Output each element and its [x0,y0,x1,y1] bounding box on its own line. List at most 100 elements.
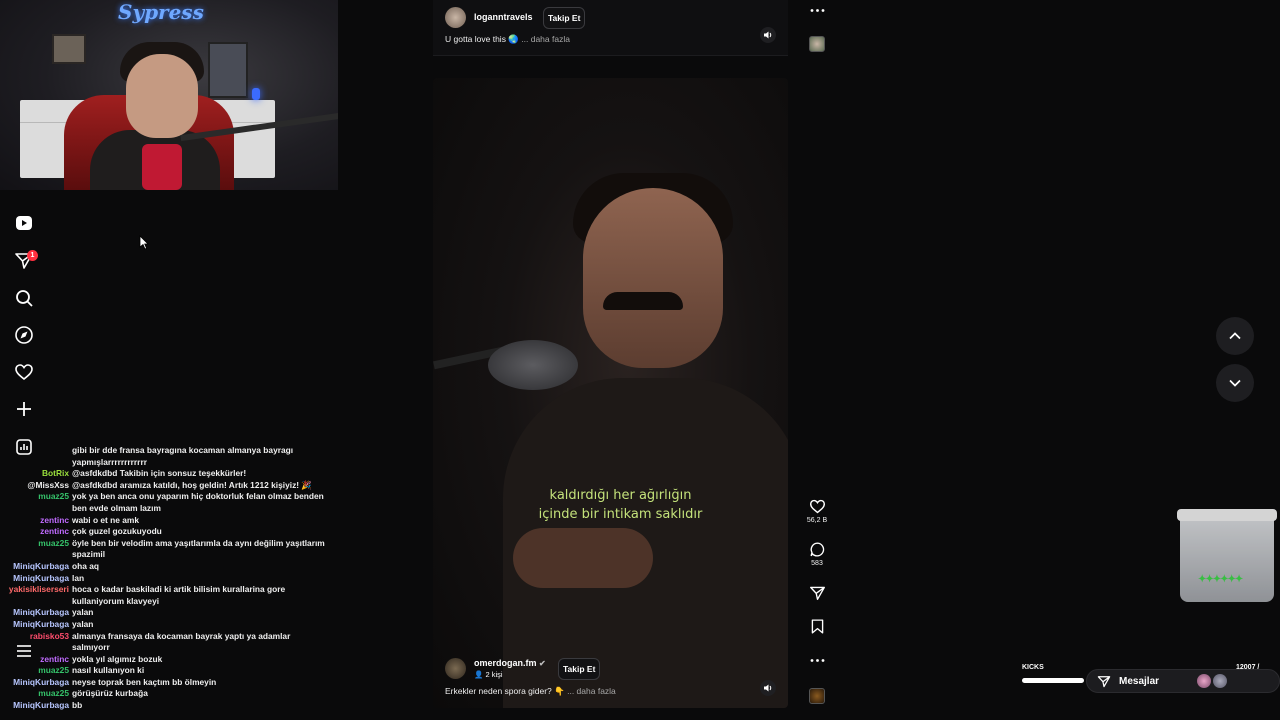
like-button[interactable]: 56,2 B [806,498,828,524]
microphone [142,144,182,190]
follow-button[interactable]: Takip Et [543,7,586,29]
subtitle-line-2: içinde bir intikam saklıdır [538,507,703,522]
reels-icon[interactable] [13,212,35,234]
chat-text: neyse toprak ben kaçtım bb ölmeyin [72,676,217,687]
comment-count: 583 [811,560,823,567]
follow-button[interactable]: Takip Et [558,658,601,680]
search-icon[interactable] [13,287,35,309]
notifications-icon[interactable] [13,361,35,383]
comment-icon [809,542,824,557]
chat-message: zentinc wabi o et ne amk [0,515,330,527]
more-icon [810,9,824,12]
next-reel-button[interactable] [1216,364,1254,402]
author-avatar[interactable] [445,658,466,679]
sound-toggle[interactable] [760,680,776,696]
kick-coins: ✦✦✦✦✦✦ [1198,574,1243,585]
chat-message: @MissXss @asfdkdbd aramıza katıldı, hoş g… [0,480,330,492]
speaker-icon [764,684,772,692]
chevron-up-icon [1229,332,1241,340]
chat-text: nasıl kullanıyon ki [72,665,145,676]
post-username[interactable]: loganntravels [474,12,533,22]
collab-count-text: 2 kişi [485,670,503,679]
chat-username[interactable]: muaz25 [0,665,72,677]
speaker-hands [513,528,653,588]
author-username-text: omerdogan.fm [474,658,537,668]
streamer-face [126,54,198,138]
chat-message: MiniqKurbaga bb [0,700,330,712]
more-options-top[interactable] [806,2,828,19]
chat-text: almanya fransaya da kocaman bayrak yaptı… [72,630,291,653]
more-link[interactable]: ... daha fazla [521,34,570,44]
wall-poster [208,42,248,98]
avatar [1213,674,1228,688]
avatar [1197,674,1212,688]
more-link[interactable]: ... daha fazla [567,686,616,696]
chat-text: yok ya ben anca onu yaparım hiç doktorlu… [72,491,324,513]
share-button[interactable] [806,584,828,601]
chat-username[interactable]: MiniqKurbaga [0,561,72,573]
post-caption: U gotta love this 🌏 ... daha fazla [445,34,570,45]
chat-text: görüşürüz kurbağa [72,688,148,699]
chat-text: çok guzel gozukuyodu [72,526,162,537]
verified-icon: ✔ [539,659,546,668]
chat-username[interactable]: MiniqKurbaga [0,619,72,631]
chat-username[interactable]: MiniqKurbaga [0,677,72,689]
comment-button[interactable]: 583 [806,541,828,567]
chat-text: yalan [72,607,94,618]
collab-count[interactable]: 👤 2 kişi [474,670,503,679]
caption-text: U gotta love this 🌏 [445,34,519,44]
chat-message: MiniqKurbaga oha aq [0,561,330,573]
chat-text: wabi o et ne amk [72,514,140,525]
sound-toggle[interactable] [760,27,776,43]
chat-message: muaz25 görüşürüz kurbağa [0,688,330,700]
chat-message: MiniqKurbaga neyse toprak ben kaçtım bb ö… [0,677,330,689]
chat-message: rabisko53 almanya fransaya da kocaman bay… [0,631,330,654]
messages-badge: 1 [27,250,38,261]
chat-username[interactable]: muaz25 [0,538,72,550]
more-options-button[interactable] [806,652,828,669]
chat-message: muaz25 yok ya ben anca onu yaparım hiç do… [0,491,330,514]
chat-username[interactable]: rabisko53 [0,631,72,643]
audio-thumbnail[interactable] [809,688,825,704]
chat-username[interactable]: zentinc [0,654,72,666]
chat-message: muaz25 öyle ben bir velodim ama yaşıtları… [0,538,330,561]
chat-message: gibi bir dde fransa bayragına kocaman al… [0,445,330,468]
screen: Sypress 1 gibi bir dde fransa bayragına … [0,0,1280,720]
chat-username[interactable]: @MissXss [0,480,72,492]
wall-frame [52,34,86,64]
messages-label: Mesajlar [1119,675,1160,687]
kicks-label: KICKS [1022,664,1044,671]
messages-button[interactable]: Mesajlar [1086,669,1280,693]
video-caption: Erkekler neden spora gider? 👇 ... daha f… [445,686,616,697]
mouse-cursor-icon [139,235,149,250]
chat-username[interactable]: MiniqKurbaga [0,573,72,585]
chat-text: bb [72,700,83,711]
chevron-down-icon [1229,379,1241,387]
previous-reel-button[interactable] [1216,317,1254,355]
reel-video[interactable]: kaldırdığı her ağırlığın içinde bir inti… [433,78,788,708]
chat-username[interactable]: zentinc [0,526,72,538]
author-username[interactable]: omerdogan.fm ✔ [474,658,546,668]
send-icon [1097,676,1111,688]
save-button[interactable] [806,618,828,635]
chat-username[interactable]: MiniqKurbaga [0,607,72,619]
explore-icon[interactable] [13,324,35,346]
caption-text: Erkekler neden spora gider? 👇 [445,686,565,696]
chat-text: lan [72,572,85,583]
chat-text: gibi bir dde fransa bayragına kocaman al… [72,445,294,467]
chat-username[interactable]: yakisikliserseri [0,584,72,596]
like-count: 56,2 B [806,517,828,524]
speaker-mustache [603,292,683,310]
chat-username[interactable]: zentinc [0,515,72,527]
audio-thumbnail[interactable] [809,36,825,52]
chat-username[interactable]: muaz25 [0,491,72,503]
avatar[interactable] [445,7,466,28]
chat-message: yakisikliserseri hoca o kadar baskiladi k… [0,584,330,607]
chat-username[interactable]: BotRix [0,468,72,480]
jar-lid [1177,509,1277,521]
heart-icon [809,499,825,514]
chat-username[interactable]: MiniqKurbaga [0,700,72,712]
kick-jar: ✦✦✦✦✦✦ [1177,509,1277,602]
create-icon[interactable] [13,398,35,420]
chat-username[interactable]: muaz25 [0,688,72,700]
